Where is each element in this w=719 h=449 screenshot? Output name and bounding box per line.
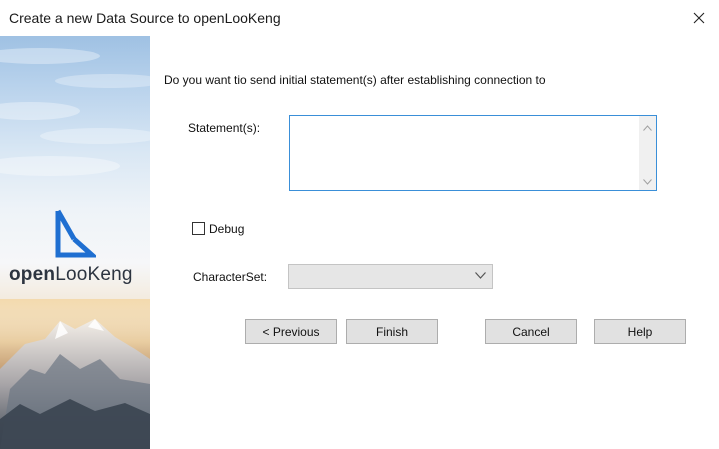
dialog-window: Create a new Data Source to openLooKeng …: [0, 0, 719, 449]
chevron-down-icon: [475, 272, 486, 279]
finish-button[interactable]: Finish: [346, 319, 438, 344]
close-icon: [693, 12, 705, 24]
charset-label: CharacterSet:: [193, 270, 268, 284]
logo-text-open: open: [9, 264, 56, 285]
scroll-up-arrow-icon[interactable]: [639, 119, 656, 136]
statements-scrollbar[interactable]: [639, 116, 656, 190]
statements-field[interactable]: [289, 115, 657, 191]
question-text: Do you want tio send initial statement(s…: [164, 73, 546, 87]
statements-label: Statement(s):: [188, 121, 261, 135]
logo-text-rest: LooKeng: [55, 264, 133, 285]
close-button[interactable]: [679, 0, 719, 36]
side-banner: openLooKeng: [0, 36, 150, 449]
openlookeng-logo-icon: [55, 209, 96, 258]
scroll-down-arrow-icon[interactable]: [639, 173, 656, 190]
help-button[interactable]: Help: [594, 319, 686, 344]
window-title: Create a new Data Source to openLooKeng: [9, 10, 281, 26]
mountain-image: [0, 299, 150, 449]
charset-select[interactable]: [288, 264, 493, 289]
debug-checkbox[interactable]: [192, 222, 205, 235]
previous-button[interactable]: < Previous: [245, 319, 337, 344]
statements-textarea[interactable]: [292, 118, 634, 188]
debug-label[interactable]: Debug: [209, 222, 244, 236]
cancel-button[interactable]: Cancel: [485, 319, 577, 344]
logo-wordmark: openLooKeng: [9, 264, 133, 286]
title-bar: Create a new Data Source to openLooKeng: [0, 0, 719, 36]
